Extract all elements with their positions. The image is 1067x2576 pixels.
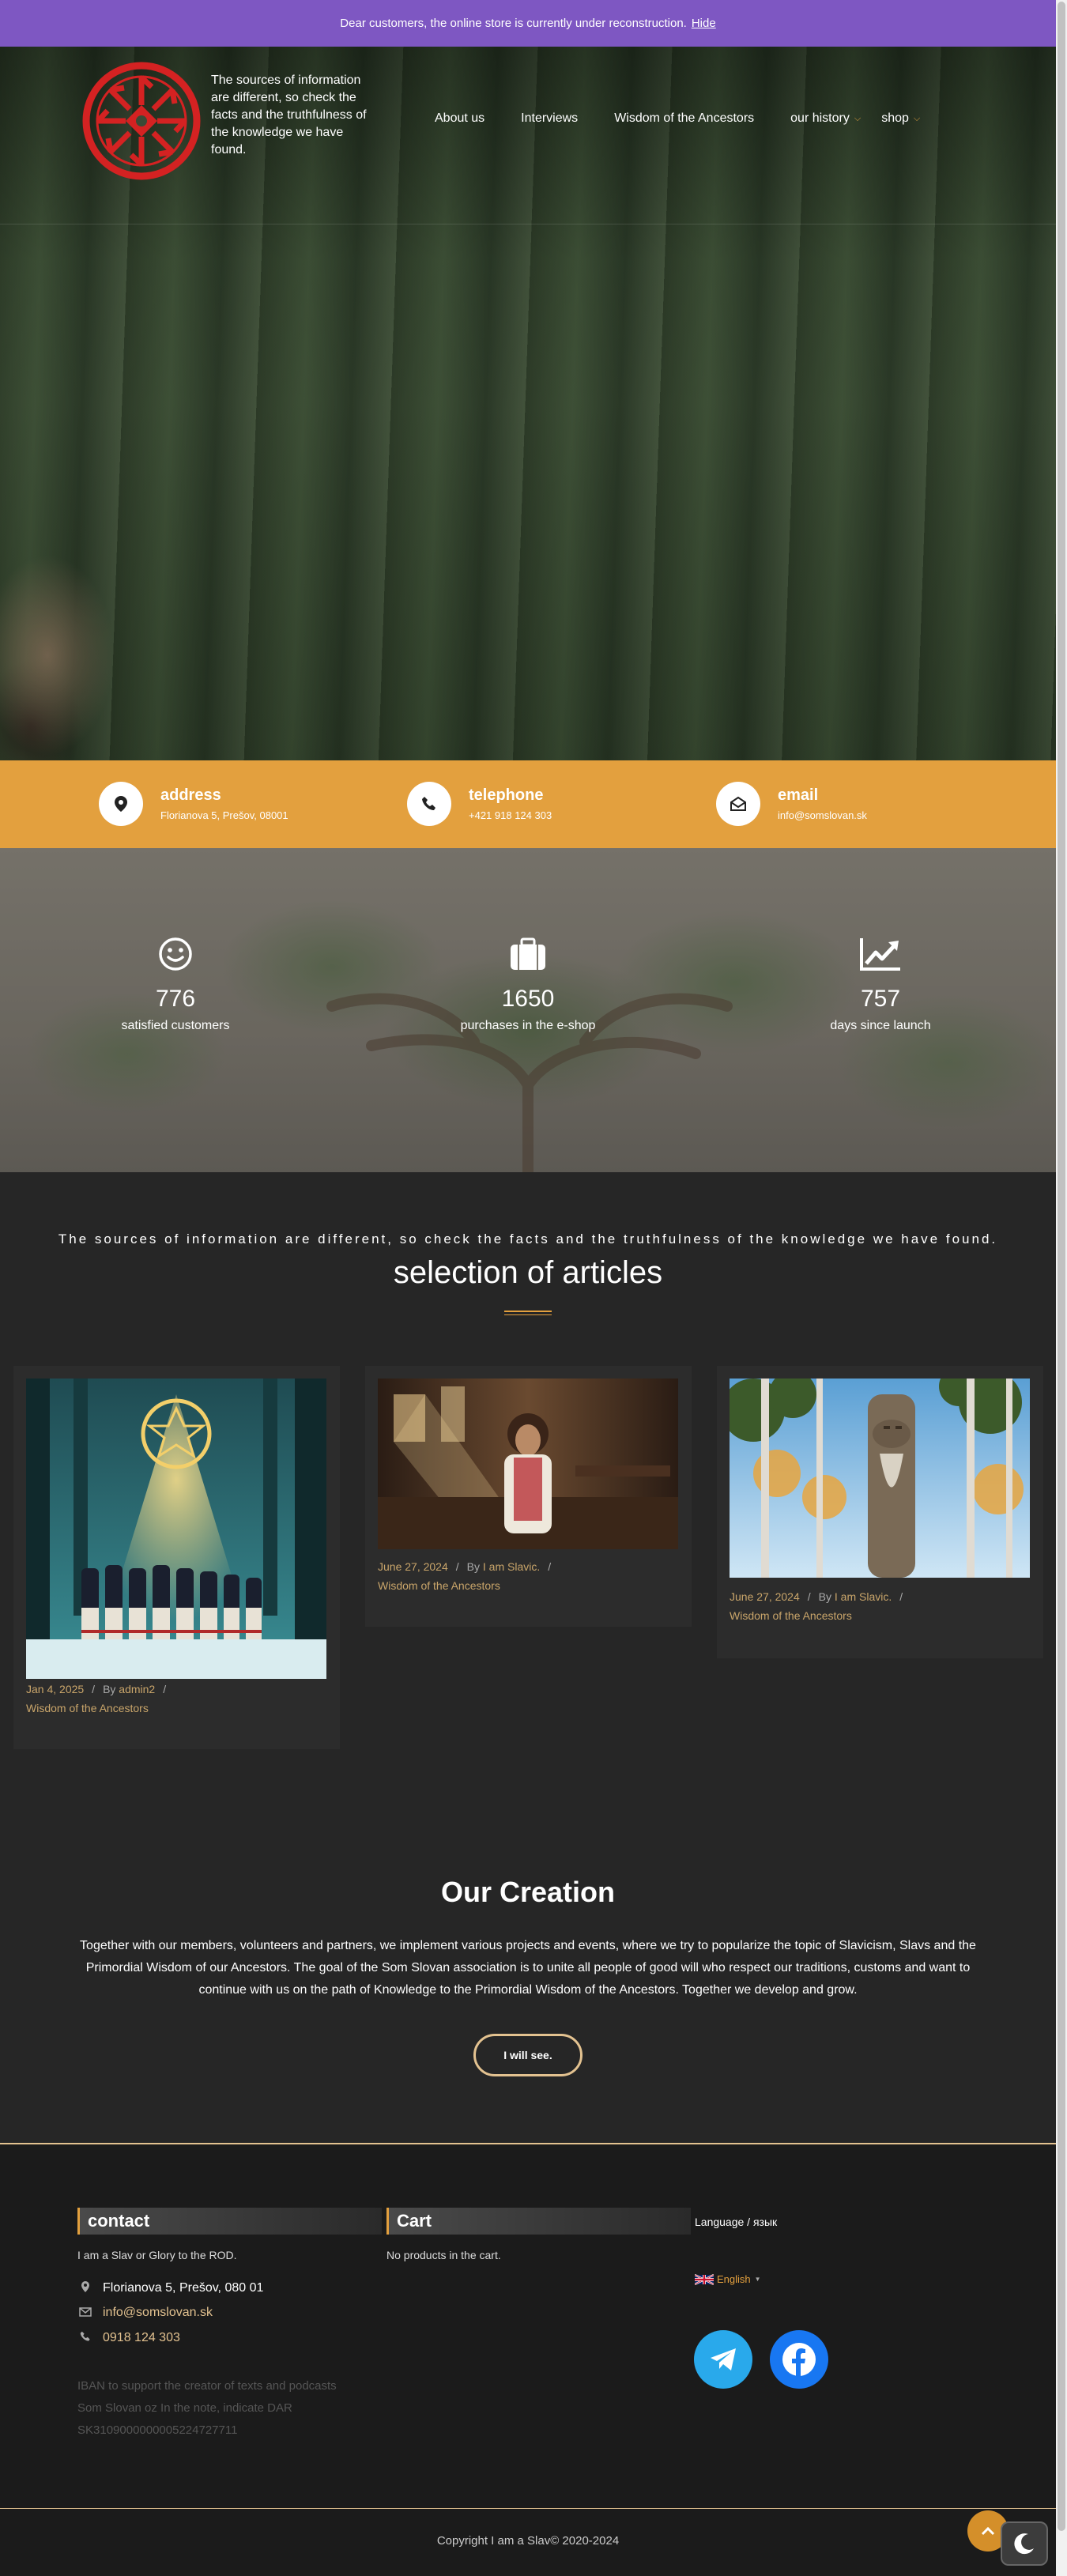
smiley-icon (57, 935, 294, 973)
stat-label: purchases in the e-shop (460, 1019, 596, 1032)
articles-subtitle: The sources of information are different… (58, 1231, 998, 1247)
article-author-link[interactable]: I am Slavic. (835, 1590, 892, 1603)
article-image[interactable] (26, 1379, 326, 1683)
uk-flag-icon (695, 2273, 714, 2285)
envelope-open-icon (716, 782, 760, 826)
article-image[interactable] (378, 1379, 678, 1553)
chevron-down-icon: ⌵ (854, 113, 862, 123)
article-category-link[interactable]: Wisdom of the Ancestors (26, 1699, 174, 1718)
contact-telephone: telephone +421 918 124 303 (407, 782, 552, 826)
contact-email: email info@somslovan.sk (716, 782, 867, 826)
contact-email-value[interactable]: info@somslovan.sk (778, 809, 867, 821)
contact-address-label: address (160, 786, 221, 804)
contact-telephone-value[interactable]: +421 918 124 303 (469, 809, 552, 821)
map-marker-icon (77, 2280, 93, 2296)
i-will-see-button[interactable]: I will see. (473, 2034, 583, 2076)
article-category-link[interactable]: Wisdom of the Ancestors (730, 1606, 911, 1625)
stat-days-since-launch: 757 days since launch (762, 935, 999, 1033)
language-switcher[interactable]: English ▼ (695, 2273, 761, 2285)
notice-text: Dear customers, the online store is curr… (340, 17, 687, 30)
footer-contact-intro: I am a Slav or Glory to the ROD. (77, 2249, 237, 2261)
scrollbar-thumb[interactable] (1058, 2, 1065, 2531)
phone-icon (77, 2331, 93, 2345)
page-scrollbar[interactable] (1056, 0, 1067, 2576)
article-meta: June 27, 2024/By I am Slavic. / Wisdom of… (378, 1557, 559, 1595)
article-meta: June 27, 2024/By I am Slavic. / Wisdom of… (730, 1587, 911, 1625)
contact-telephone-label: telephone (469, 786, 544, 804)
articles-section: The sources of information are different… (0, 1172, 1056, 2144)
site-footer: contact I am a Slav or Glory to the ROD.… (0, 2144, 1056, 2508)
chevron-up-icon (981, 2526, 995, 2536)
contact-email-label: email (778, 786, 819, 804)
nav-item-about-us[interactable]: About us (435, 111, 484, 126)
footer-contact-heading: contact (77, 2208, 382, 2235)
site-tagline: The sources of information are different… (211, 74, 367, 157)
stat-label: days since launch (830, 1019, 931, 1032)
nav-item-wisdom-of-the-ancestors[interactable]: Wisdom of the Ancestors (614, 111, 754, 126)
article-card[interactable]: Jan 4, 2025/By admin2/ Wisdom of the Anc… (13, 1366, 340, 1749)
stat-label: satisfied customers (121, 1019, 230, 1032)
dark-mode-toggle[interactable] (1001, 2521, 1048, 2566)
briefcase-icon (409, 935, 647, 973)
language-label: Language / язык (695, 2216, 778, 2228)
notice-bar: Dear customers, the online store is curr… (0, 0, 1056, 47)
stat-value: 776 (155, 986, 196, 1012)
creation-title: Our Creation (440, 1876, 616, 1908)
moon-icon (1014, 2533, 1034, 2555)
main-nav: About us Interviews Wisdom of the Ancest… (435, 111, 920, 126)
copyright-text: Copyright I am a Slav© 2020-2024 (436, 2534, 620, 2548)
cart-empty-text: No products in the cart. (386, 2249, 501, 2261)
article-author-link[interactable]: I am Slavic. (483, 1560, 540, 1573)
footer-address: Florianova 5, Prešov, 080 01 (77, 2280, 263, 2296)
nav-item-shop[interactable]: shop ⌵ (881, 111, 920, 126)
stat-satisfied-customers: 776 satisfied customers (57, 935, 294, 1033)
article-category-link[interactable]: Wisdom of the Ancestors (378, 1576, 559, 1595)
envelope-icon (77, 2306, 93, 2320)
articles-title: selection of articles (393, 1255, 663, 1290)
chart-line-icon (762, 935, 999, 973)
article-image[interactable] (722, 1367, 1030, 1582)
footer-email[interactable]: info@somslovan.sk (77, 2306, 213, 2320)
site-logo[interactable] (82, 62, 201, 180)
telegram-icon[interactable] (694, 2330, 752, 2389)
creation-text: Together with our members, volunteers an… (80, 1939, 976, 1997)
hide-notice-link[interactable]: Hide (692, 17, 716, 30)
stat-value: 1650 (501, 986, 555, 1012)
title-divider (504, 1311, 552, 1315)
footer-cart-heading: Cart (386, 2208, 691, 2235)
article-meta: Jan 4, 2025/By admin2/ Wisdom of the Anc… (26, 1680, 174, 1718)
facebook-icon[interactable] (770, 2330, 828, 2389)
contact-bar: address Florianova 5, Prešov, 08001 tele… (0, 760, 1056, 848)
stat-value: 757 (860, 986, 901, 1012)
phone-icon (407, 782, 451, 826)
contact-address: address Florianova 5, Prešov, 08001 (99, 782, 288, 826)
site-header: The sources of information are different… (0, 47, 1056, 224)
chevron-down-icon: ⌵ (913, 113, 921, 123)
article-card[interactable]: June 27, 2024/By I am Slavic. / Wisdom of… (365, 1366, 692, 1627)
nav-item-our-history[interactable]: our history ⌵ (790, 111, 861, 126)
nav-item-interviews[interactable]: Interviews (521, 111, 578, 126)
bottom-bar: Copyright I am a Slav© 2020-2024 (0, 2509, 1056, 2576)
stat-purchases: 1650 purchases in the e-shop (409, 935, 647, 1033)
map-marker-icon (99, 782, 143, 826)
contact-address-value: Florianova 5, Prešov, 08001 (160, 809, 288, 821)
footer-phone[interactable]: 0918 124 303 (77, 2331, 180, 2345)
stats-section: 776 satisfied customers 1650 purchases i… (0, 848, 1056, 1172)
footer-iban: IBAN to support the creator of texts and… (77, 2379, 337, 2437)
chevron-down-icon: ▼ (754, 2276, 761, 2283)
article-card[interactable]: June 27, 2024/By I am Slavic. / Wisdom of… (717, 1366, 1043, 1658)
article-author-link[interactable]: admin2 (119, 1683, 155, 1695)
